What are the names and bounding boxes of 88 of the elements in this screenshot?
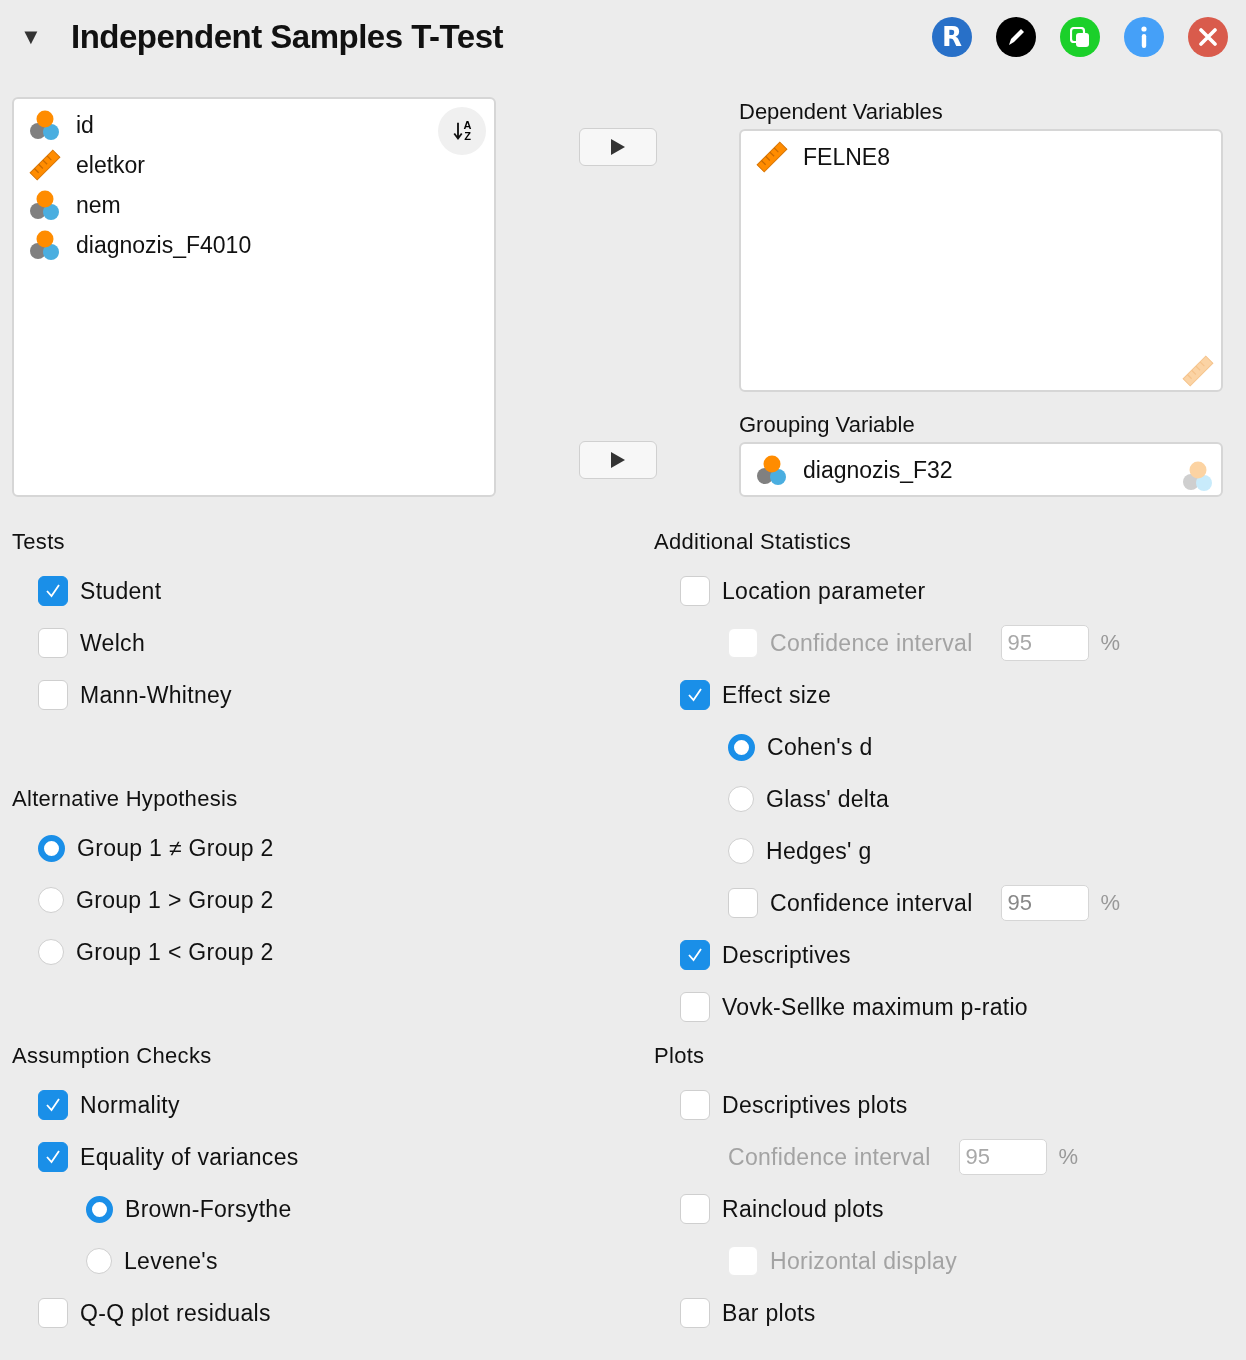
checkbox[interactable] [38, 1142, 68, 1172]
checkbox[interactable] [680, 680, 710, 710]
checkbox[interactable] [680, 1194, 710, 1224]
checkbox[interactable] [680, 940, 710, 970]
move-button[interactable] [578, 128, 657, 166]
checkbox-label: Confidence interval [770, 629, 973, 657]
checkbox-label: Vovk-Sellke maximum p-ratio [722, 993, 1028, 1021]
checkbox-label: Q-Q plot residuals [80, 1299, 271, 1327]
checkbox-label: Descriptives plots [722, 1091, 908, 1119]
target-label: Dependent Variables [739, 98, 944, 126]
checkbox[interactable] [680, 1298, 710, 1328]
checkbox-label: Welch [80, 629, 145, 657]
duplicate-button[interactable] [1060, 17, 1100, 57]
checkbox[interactable] [38, 1090, 68, 1120]
checkbox-label: Normality [80, 1091, 180, 1119]
variable-item[interactable]: diagnozis_F4010 [28, 225, 252, 265]
radio-button[interactable] [86, 1195, 113, 1223]
target-label: Grouping Variable [739, 411, 916, 439]
variable-item[interactable]: eletkor [28, 145, 146, 185]
confidence-level-field[interactable]: 95 [1000, 885, 1089, 921]
percent-unit: % [1100, 890, 1121, 916]
radio-button[interactable] [728, 786, 754, 812]
nominal-variable-icon [1181, 459, 1215, 493]
checkbox[interactable] [680, 1090, 710, 1120]
checkbox[interactable] [38, 1298, 68, 1328]
move-button[interactable] [578, 441, 657, 479]
copy-icon [1070, 26, 1090, 48]
section-heading: Assumption Checks [12, 1042, 213, 1070]
variable-item[interactable]: nem [28, 185, 121, 225]
sort-button[interactable]: A Z [438, 107, 486, 155]
checkbox[interactable] [680, 992, 710, 1022]
radio-label: Group 1 ≠ Group 2 [77, 834, 274, 862]
checkbox-label: Raincloud plots [722, 1195, 884, 1223]
checkbox-label: Bar plots [722, 1299, 816, 1327]
right-triangle-icon [609, 138, 626, 156]
nominal-variable-icon [28, 188, 62, 222]
variable-drop-box[interactable]: diagnozis_F32 [739, 442, 1223, 497]
checkbox-label: Effect size [722, 681, 831, 709]
close-icon [1199, 28, 1217, 46]
info-icon [1141, 25, 1147, 49]
section-heading: Plots [654, 1042, 706, 1070]
section-heading: Tests [12, 528, 66, 556]
right-triangle-icon [609, 451, 626, 469]
section-heading: Alternative Hypothesis [12, 785, 239, 813]
r-syntax-button[interactable]: R [932, 17, 972, 57]
section-heading: Additional Statistics [654, 528, 853, 556]
radio-label: Group 1 < Group 2 [76, 938, 274, 966]
field-label: Confidence interval [728, 1143, 931, 1171]
variable-item[interactable]: diagnozis_F32 [755, 450, 953, 490]
checkbox-label: Mann-Whitney [80, 681, 232, 709]
checkbox[interactable] [38, 628, 68, 658]
checkbox-label: Student [80, 577, 162, 605]
pencil-icon [1007, 28, 1025, 46]
checkbox-label: Location parameter [722, 577, 926, 605]
radio-label: Cohen's d [767, 733, 873, 761]
checkbox[interactable] [38, 576, 68, 606]
checkbox-label: Confidence interval [770, 889, 973, 917]
checkbox-label: Descriptives [722, 941, 851, 969]
checkbox[interactable] [38, 680, 68, 710]
radio-button[interactable] [728, 838, 754, 864]
close-button[interactable] [1188, 17, 1228, 57]
radio-button[interactable] [38, 939, 64, 965]
checkbox-label: Equality of variances [80, 1143, 299, 1171]
radio-label: Group 1 > Group 2 [76, 886, 274, 914]
radio-button[interactable] [728, 733, 755, 761]
radio-label: Brown-Forsythe [125, 1195, 292, 1223]
percent-unit: % [1058, 1144, 1079, 1170]
analysis-title: Independent Samples T-Test [71, 18, 504, 56]
nominal-variable-icon [755, 453, 789, 487]
nominal-variable-icon [28, 228, 62, 262]
radio-label: Levene's [124, 1247, 218, 1275]
checkbox-label: Horizontal display [770, 1247, 957, 1275]
checkbox[interactable] [680, 576, 710, 606]
down-arrow-icon [452, 120, 463, 142]
radio-button[interactable] [86, 1248, 112, 1274]
radio-label: Hedges' g [766, 837, 872, 865]
radio-button[interactable] [38, 834, 65, 862]
radio-label: Glass' delta [766, 785, 890, 813]
checkbox[interactable] [728, 888, 758, 918]
variable-item[interactable]: id [28, 105, 94, 145]
edit-title-button[interactable] [996, 17, 1036, 57]
variable-item[interactable]: FELNE8 [755, 137, 890, 177]
radio-button[interactable] [38, 887, 64, 913]
collapse-toggle[interactable]: ▼ [20, 24, 71, 50]
variable-drop-box[interactable]: FELNE8 [739, 129, 1223, 392]
nominal-variable-icon [28, 108, 62, 142]
percent-unit: % [1100, 630, 1121, 656]
info-button[interactable] [1124, 17, 1164, 57]
